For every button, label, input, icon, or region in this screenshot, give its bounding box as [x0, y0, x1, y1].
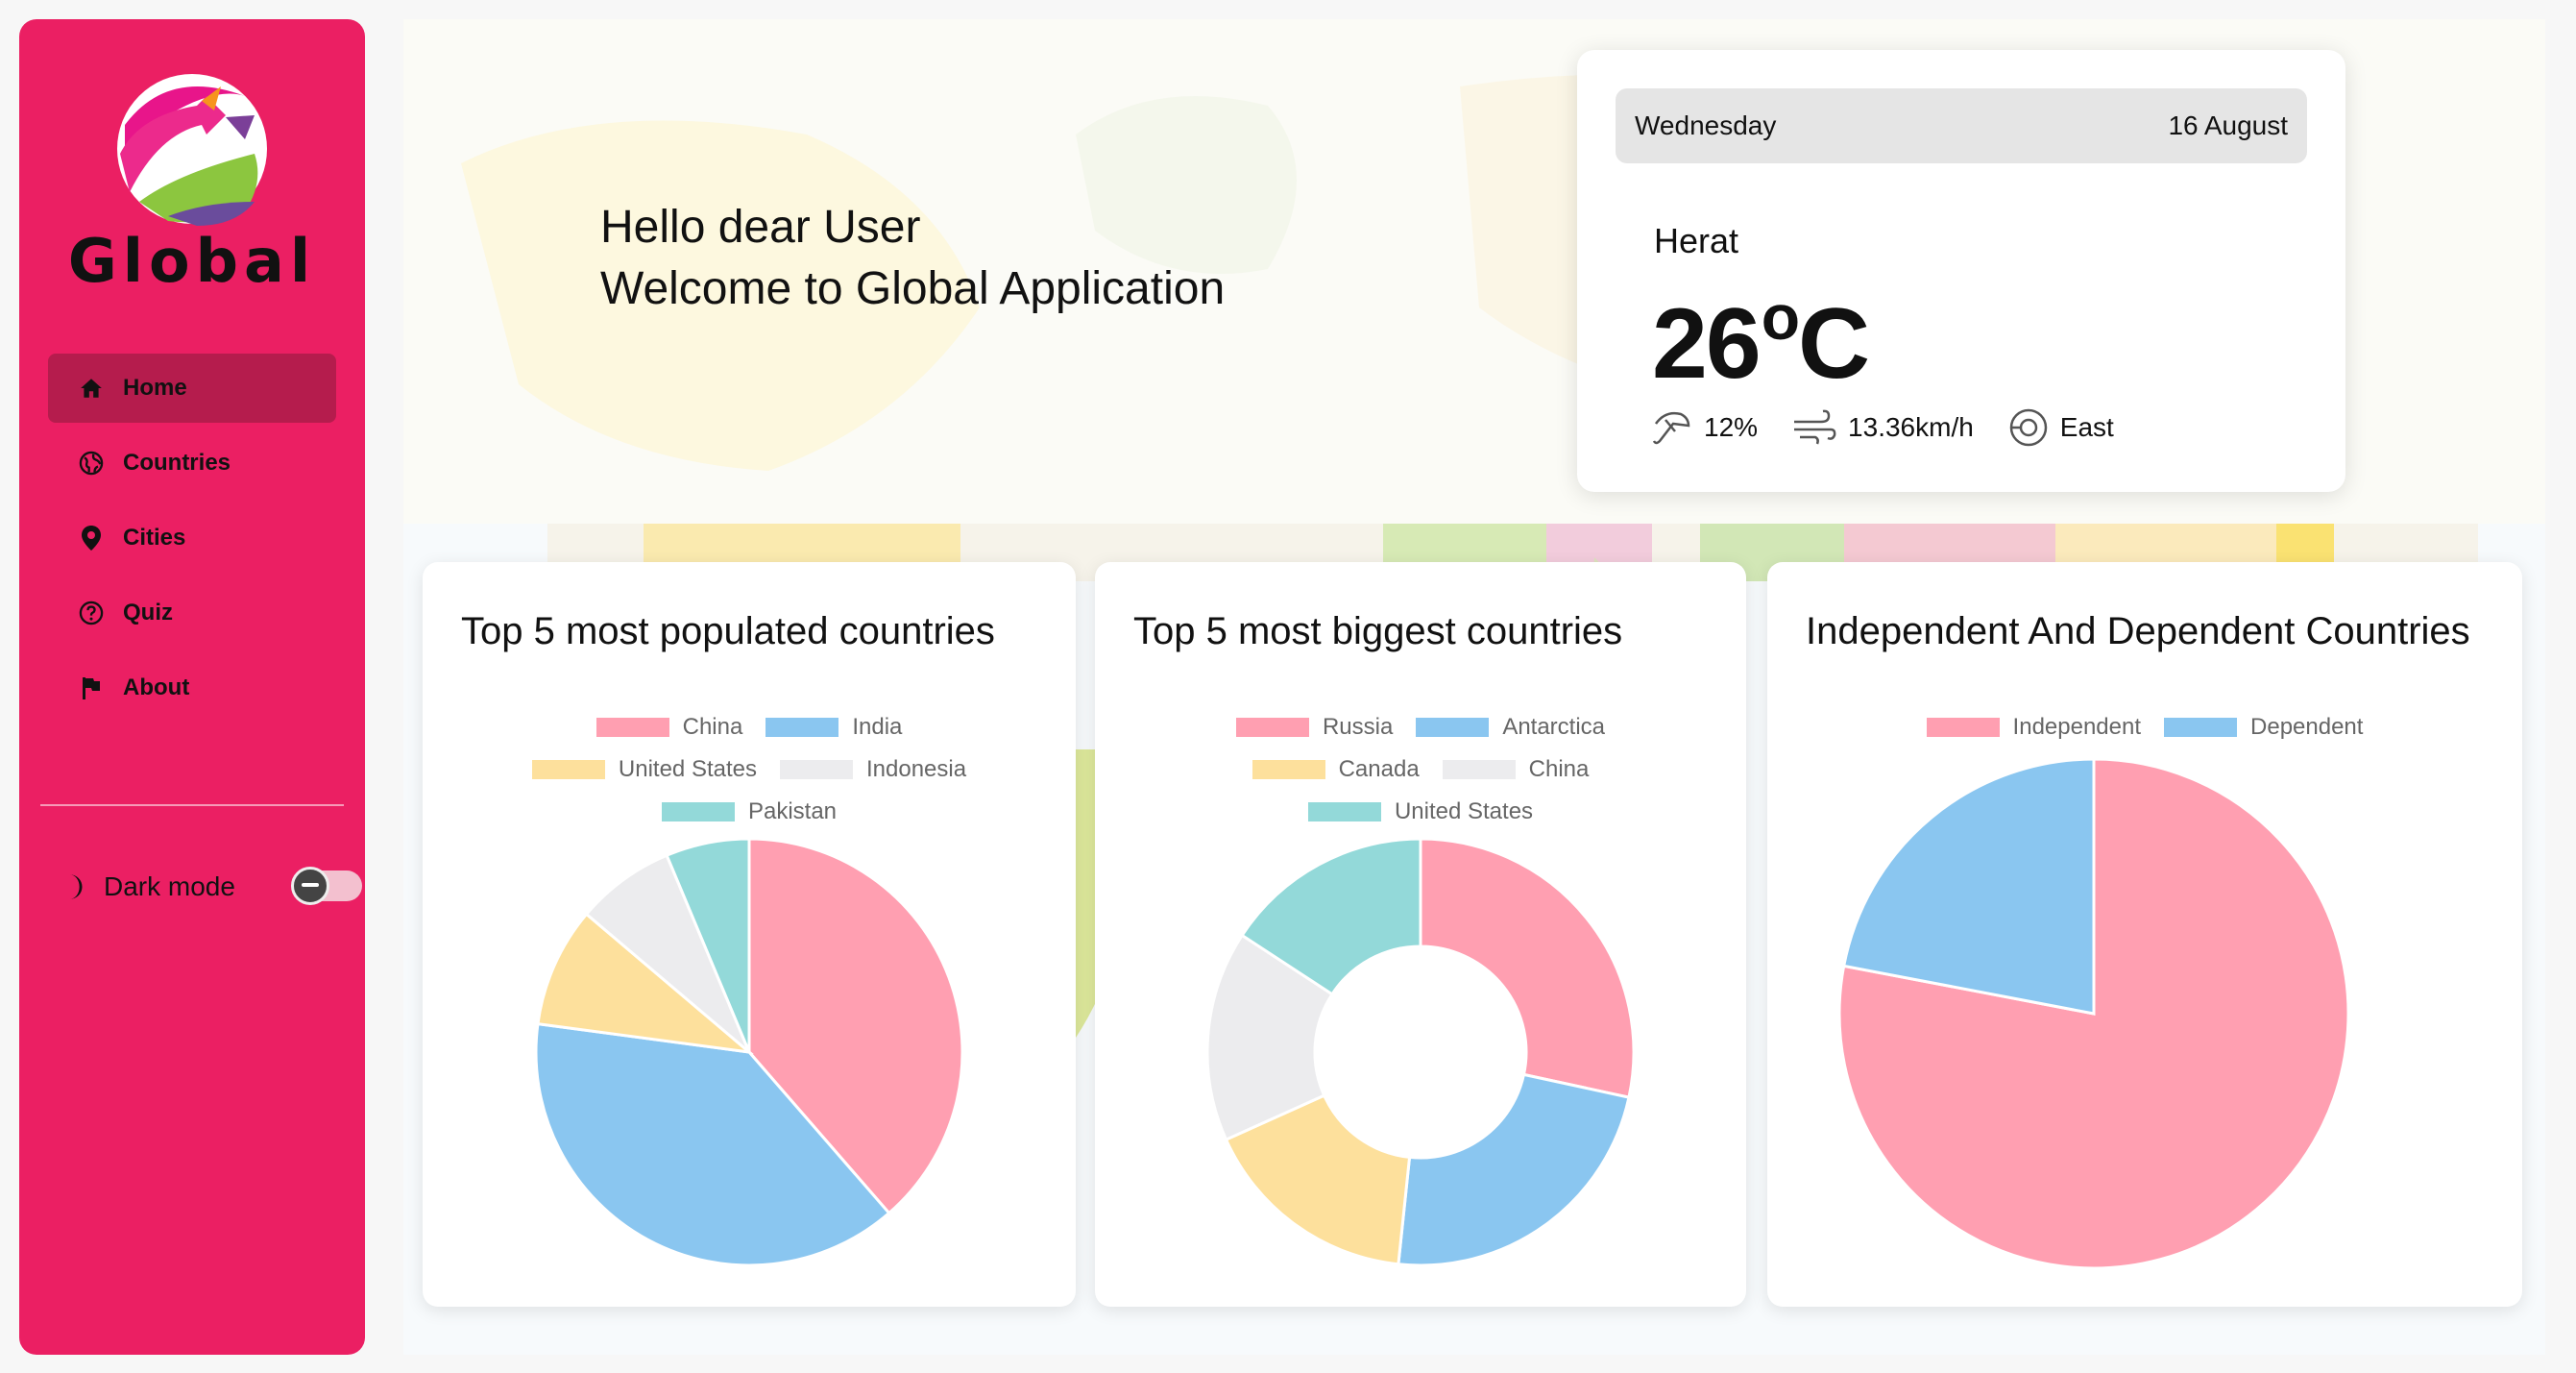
temperature-degree: o	[1761, 282, 1800, 353]
sidebar-divider	[40, 804, 344, 806]
wind-direction-value: East	[2059, 412, 2114, 442]
question-circle-icon	[75, 597, 108, 629]
sidebar-item-label: Home	[123, 375, 187, 401]
app-name: Global	[67, 226, 317, 296]
sidebar: Global Home Countries Cities Quiz About …	[19, 19, 365, 1355]
wind-speed-value: 13.36km/h	[1848, 412, 1974, 442]
greeting-line-2: Welcome to Global Application	[600, 263, 1226, 314]
dark-mode-label: Dark mode	[104, 871, 235, 901]
greeting: Hello dear User Welcome to Global Applic…	[600, 197, 1225, 320]
sidebar-item-countries[interactable]: Countries	[48, 429, 336, 498]
sidebar-item-cities[interactable]: Cities	[48, 503, 336, 573]
sidebar-item-label: About	[123, 674, 190, 700]
slice-antarctica[interactable]	[1397, 1072, 1631, 1267]
dependency-chart-card: Independent And Dependent Countries Inde…	[1767, 562, 2522, 1307]
weather-day: Wednesday	[1635, 110, 1777, 140]
greeting-line-1: Hello dear User	[600, 202, 921, 253]
sidebar-item-home[interactable]: Home	[48, 354, 336, 423]
slice-russia[interactable]	[1419, 837, 1636, 1099]
populated-countries-chart-card: Top 5 most populated countries China Indi…	[423, 562, 1076, 1307]
wind-icon	[1794, 409, 1836, 445]
pie-chart	[1837, 757, 2350, 1270]
moon-icon	[58, 870, 90, 903]
weather-stats: 12% 13.36km/h East	[1652, 407, 2149, 448]
sidebar-nav: Home Countries Cities Quiz About	[48, 354, 336, 728]
globe-icon	[75, 447, 108, 479]
humidity-stat: 12%	[1652, 408, 1758, 447]
dark-mode-row: Dark mode	[58, 865, 362, 909]
weather-card: Wednesday 16 August Herat 26oC 12% 13.36…	[1577, 50, 2345, 492]
weather-date-bar: Wednesday 16 August	[1616, 88, 2307, 163]
temperature-value: 26	[1652, 288, 1762, 400]
pie-chart	[1205, 837, 1636, 1267]
humidity-value: 12%	[1704, 412, 1759, 442]
umbrella-icon	[1652, 411, 1690, 445]
temperature-unit: C	[1798, 288, 1870, 400]
weather-date: 16 August	[2168, 110, 2288, 140]
dark-mode-toggle[interactable]	[291, 867, 362, 905]
weather-temperature: 26oC	[1652, 281, 1870, 402]
toggle-knob	[291, 867, 329, 905]
compass-icon	[2009, 408, 2048, 447]
sidebar-item-label: Quiz	[123, 600, 173, 625]
wind-speed-stat: 13.36km/h	[1792, 408, 1974, 447]
home-icon	[75, 372, 108, 405]
location-pin-icon	[75, 522, 108, 554]
pie-chart	[534, 837, 964, 1267]
weather-city: Herat	[1654, 221, 1739, 260]
sidebar-item-about[interactable]: About	[48, 653, 336, 723]
sidebar-item-label: Cities	[123, 525, 186, 551]
sidebar-item-label: Countries	[123, 450, 231, 476]
global-logo-icon	[110, 58, 274, 231]
biggest-countries-chart-card: Top 5 most biggest countries Russia Antar…	[1095, 562, 1746, 1307]
wind-direction-stat: East	[2008, 407, 2114, 448]
sidebar-item-quiz[interactable]: Quiz	[48, 578, 336, 648]
flag-icon	[75, 672, 108, 704]
